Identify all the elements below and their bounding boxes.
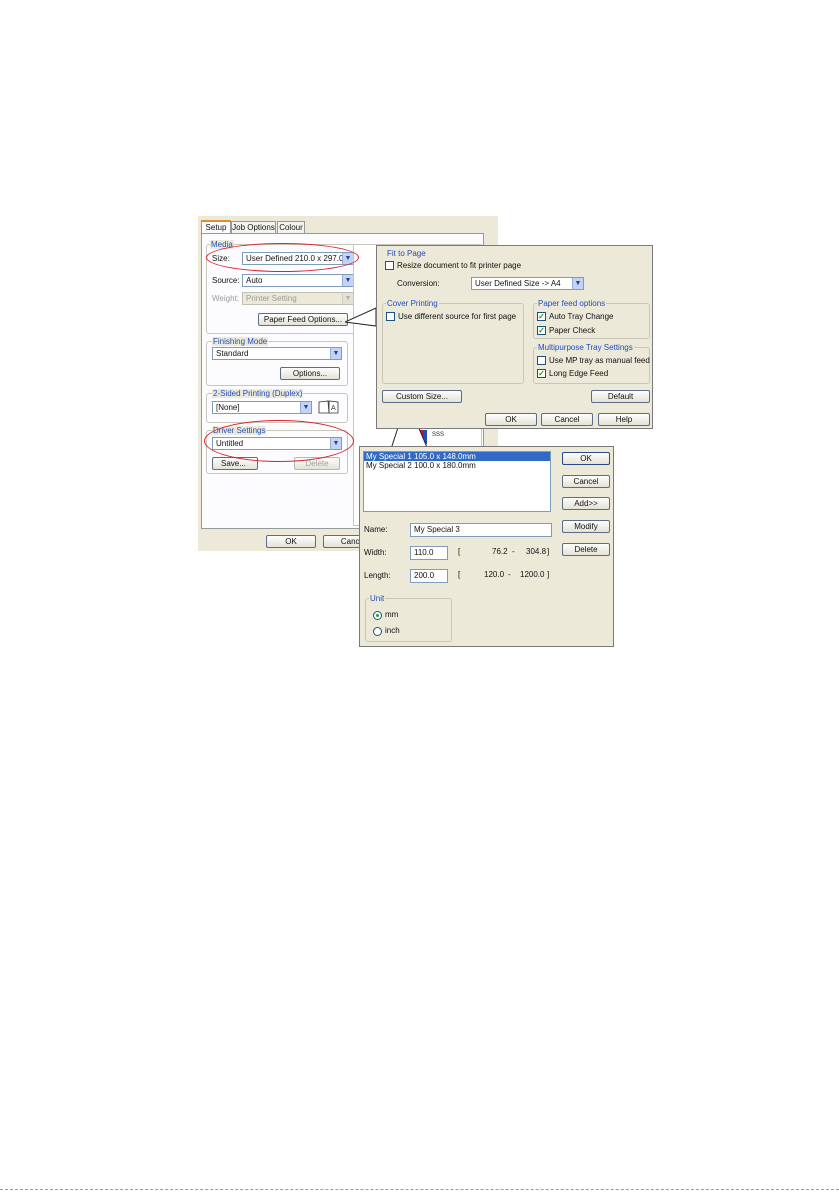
chevron-down-icon: ▼: [330, 348, 341, 359]
page-bottom-rule: [0, 1189, 839, 1191]
long-edge-feed-checkbox[interactable]: ✓: [537, 369, 546, 378]
paper-check-checkbox[interactable]: ✓: [537, 326, 546, 335]
paper-feed-help-button[interactable]: Help: [598, 413, 650, 426]
finishing-mode-title: Finishing Mode: [212, 337, 269, 346]
different-source-label: Use different source for first page: [398, 312, 517, 321]
auto-tray-change-label: Auto Tray Change: [549, 312, 614, 321]
weight-value: Printer Setting: [246, 294, 297, 303]
name-field[interactable]: My Special 3: [410, 523, 552, 537]
custom-ok-button[interactable]: OK: [562, 452, 610, 465]
resize-document-checkbox[interactable]: [385, 261, 394, 270]
width-range-open: [: [458, 547, 461, 556]
length-range-max: 1200.0: [520, 570, 545, 579]
custom-delete-button[interactable]: Delete: [562, 543, 610, 556]
radio-selected-dot: [376, 614, 379, 617]
weight-label: Weight:: [212, 294, 239, 303]
driver-settings-highlight-ellipse: [204, 420, 354, 462]
chevron-down-icon: ▼: [572, 278, 583, 289]
unit-title: Unit: [369, 594, 386, 603]
unit-mm-label: mm: [385, 610, 399, 619]
width-label: Width:: [364, 548, 387, 557]
fit-to-page-title: Fit to Page: [386, 249, 427, 258]
chevron-down-icon: ▼: [300, 402, 311, 413]
chevron-down-icon: ▼: [342, 275, 353, 286]
svg-text:A: A: [331, 405, 336, 412]
custom-size-dialog: My Special 1 105.0 x 148.0mm My Special …: [359, 446, 614, 647]
mp-manual-feed-checkbox[interactable]: [537, 356, 546, 365]
list-item[interactable]: My Special 2 100.0 x 180.0mm: [364, 461, 550, 470]
conversion-label: Conversion:: [397, 279, 440, 288]
setup-ok-button[interactable]: OK: [266, 535, 316, 548]
size-highlight-ellipse: [206, 243, 359, 272]
unit-inch-label: inch: [385, 626, 400, 635]
paper-feed-ok-button[interactable]: OK: [485, 413, 537, 426]
modify-button[interactable]: Modify: [562, 520, 610, 533]
list-item[interactable]: My Special 1 105.0 x 148.0mm: [364, 452, 550, 461]
length-range-open: [: [458, 570, 461, 579]
duplex-title: 2-Sided Printing (Duplex): [212, 389, 304, 398]
tab-setup[interactable]: Setup: [201, 220, 231, 234]
cover-printing-title: Cover Printing: [386, 299, 439, 308]
width-range-max: 304.8: [526, 547, 547, 556]
paper-feed-options-title: Paper feed options: [537, 299, 607, 308]
weight-dropdown: Printer Setting ▼: [242, 292, 354, 305]
different-source-checkbox[interactable]: [386, 312, 395, 321]
source-dropdown[interactable]: Auto ▼: [242, 274, 354, 287]
conversion-dropdown[interactable]: User Defined Size -> A4 ▼: [471, 277, 584, 290]
length-range-dash: -: [508, 570, 511, 579]
resize-document-label: Resize document to fit printer page: [397, 261, 522, 270]
paper-check-label: Paper Check: [549, 326, 596, 335]
duplex-value: [None]: [216, 403, 240, 412]
conversion-value: User Defined Size -> A4: [475, 279, 561, 288]
length-range-min: 120.0: [484, 570, 505, 579]
paper-feed-cancel-button[interactable]: Cancel: [541, 413, 593, 426]
paper-feed-options-button[interactable]: Paper Feed Options...: [258, 313, 348, 326]
width-range-dash: -: [512, 547, 515, 556]
length-label: Length:: [364, 571, 391, 580]
finishing-options-button[interactable]: Options...: [280, 367, 340, 380]
length-field[interactable]: 200.0: [410, 569, 448, 583]
long-edge-feed-label: Long Edge Feed: [549, 369, 609, 378]
finishing-mode-value: Standard: [216, 349, 249, 358]
finishing-mode-dropdown[interactable]: Standard ▼: [212, 347, 342, 360]
unit-mm-radio[interactable]: [373, 611, 382, 620]
width-range-close: ]: [547, 547, 550, 556]
mp-manual-feed-label: Use MP tray as manual feed: [549, 356, 650, 365]
source-label: Source:: [212, 276, 240, 285]
unit-inch-radio[interactable]: [373, 627, 382, 636]
default-button[interactable]: Default: [591, 390, 650, 403]
custom-size-list[interactable]: My Special 1 105.0 x 148.0mm My Special …: [363, 451, 551, 512]
add-button[interactable]: Add>>: [562, 497, 610, 510]
width-range-min: 76.2: [492, 547, 508, 556]
width-field[interactable]: 110.0: [410, 546, 448, 560]
custom-size-button[interactable]: Custom Size...: [382, 390, 462, 403]
source-value: Auto: [246, 276, 263, 285]
name-label: Name:: [364, 525, 388, 534]
paper-feed-options-dialog: Fit to Page Resize document to fit print…: [376, 245, 653, 429]
duplex-dropdown[interactable]: [None] ▼: [212, 401, 312, 414]
booklet-icon: A: [318, 399, 340, 415]
length-range-close: ]: [547, 570, 550, 579]
auto-tray-change-checkbox[interactable]: ✓: [537, 312, 546, 321]
multipurpose-tray-title: Multipurpose Tray Settings: [537, 343, 634, 352]
custom-cancel-button[interactable]: Cancel: [562, 475, 610, 488]
